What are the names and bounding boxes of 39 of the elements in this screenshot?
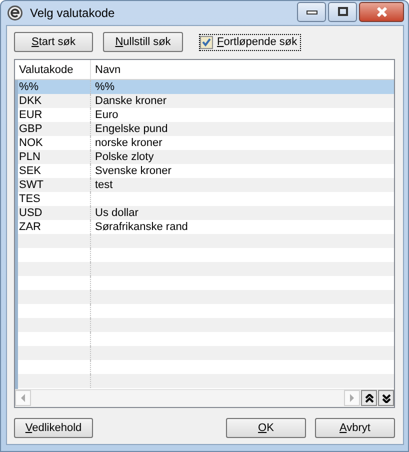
table-cell-text: test [94, 178, 114, 192]
cancel-button[interactable]: Avbryt [315, 418, 395, 438]
table-row[interactable]: SWT test [18, 178, 394, 192]
table-cell-text: Us dollar [94, 206, 140, 220]
close-icon [374, 6, 388, 18]
ok-button[interactable]: OK [226, 418, 306, 438]
column-header[interactable]: Navn [91, 60, 121, 79]
double-up-chevron-icon [364, 394, 374, 402]
minimize-icon [306, 9, 318, 15]
table-row[interactable]: GBP Engelske pund [18, 122, 394, 136]
maximize-icon [336, 7, 348, 17]
table-cell-text: Svenske kroner [94, 164, 172, 178]
horizontal-scrollbar[interactable] [15, 389, 394, 407]
search-button[interactable]: Start søk [14, 32, 93, 52]
double-down-chevron-icon [382, 394, 390, 402]
column-header[interactable]: Valutakode [15, 60, 91, 79]
reset-button[interactable]: Nullstill søk [103, 32, 183, 52]
table-cell-text: Polske zloty [94, 150, 155, 164]
table-cell-text: Euro [94, 108, 120, 122]
minimize-button[interactable] [297, 2, 326, 22]
table-row[interactable]: DKK Danske kroner [18, 94, 394, 108]
maximize-button[interactable] [328, 2, 357, 22]
table-row[interactable]: %% %% [18, 80, 394, 94]
window-title: Velg valutakode [30, 6, 116, 20]
table-cell-text: norske kroner [94, 136, 164, 150]
table-row[interactable]: USD Us dollar [18, 206, 394, 220]
table-cell-text: %% [94, 80, 116, 94]
right-arrow-icon [350, 394, 354, 402]
page-down-button[interactable] [378, 390, 394, 406]
close-button[interactable] [359, 2, 404, 22]
page-up-button[interactable] [361, 390, 377, 406]
app-logo-icon [7, 5, 23, 21]
table-cell-text: Danske kroner [94, 94, 168, 108]
table-cell-text: Engelske pund [94, 122, 169, 136]
checkbox[interactable] [200, 36, 213, 48]
table-row[interactable]: PLN Polske zloty [18, 150, 394, 164]
left-arrow-icon [20, 394, 26, 402]
table-cell-text: Sørafrikanske rand [94, 220, 189, 234]
maintenance-button[interactable]: Vedlikehold [14, 418, 93, 438]
